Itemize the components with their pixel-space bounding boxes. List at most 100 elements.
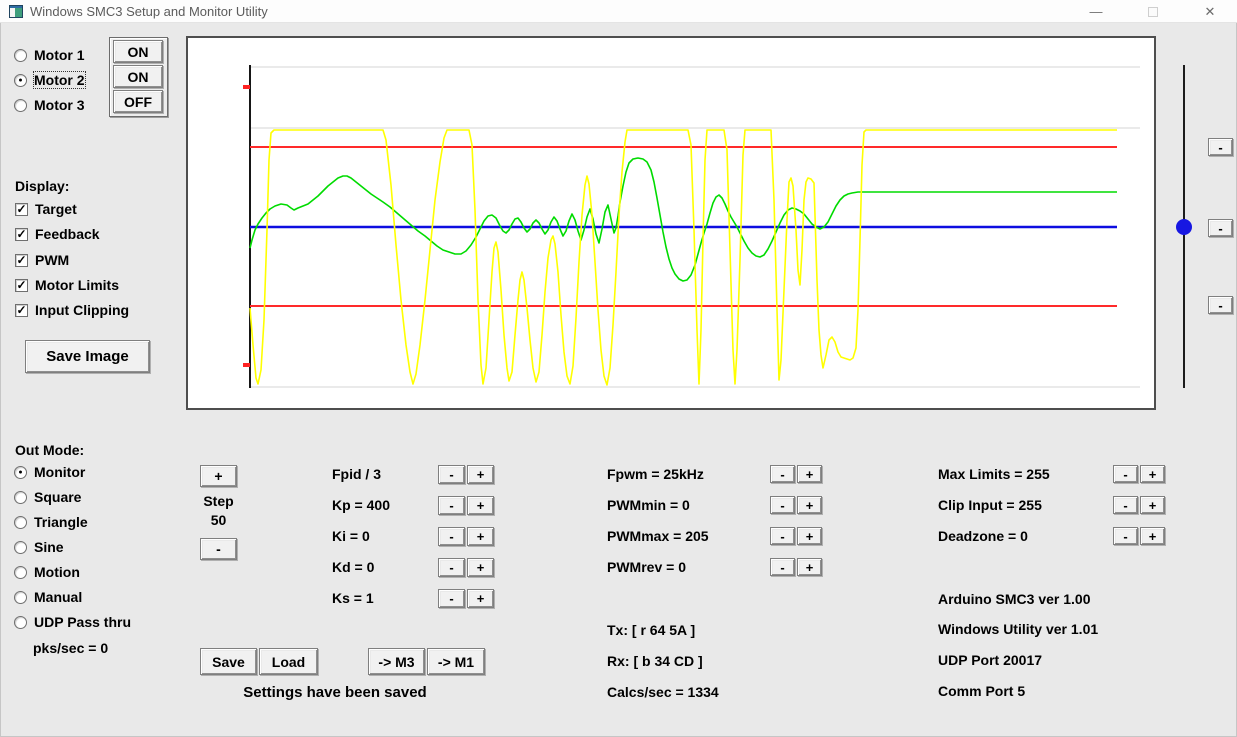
monitor-label: Monitor bbox=[34, 464, 86, 480]
clip-input-minus-button[interactable]: - bbox=[1113, 496, 1138, 514]
ki-minus-button[interactable]: - bbox=[438, 527, 465, 546]
deadzone-minus-button[interactable]: - bbox=[1113, 527, 1138, 545]
checkbox-feedback[interactable]: ✓ bbox=[15, 226, 28, 241]
pwmmin-label: PWMmin = 0 bbox=[607, 497, 690, 513]
radio-sine[interactable] bbox=[14, 540, 27, 554]
motor-3-power-button[interactable]: OFF bbox=[113, 90, 163, 113]
radio-dot: ● bbox=[18, 468, 23, 476]
sine-label: Sine bbox=[34, 539, 64, 555]
settings-status-text: Settings have been saved bbox=[243, 684, 427, 701]
motor-limits-label: Motor Limits bbox=[35, 277, 119, 293]
save-button[interactable]: Save bbox=[200, 648, 257, 675]
pwmmax-plus-button[interactable]: + bbox=[797, 527, 822, 545]
ki-label: Ki = 0 bbox=[332, 528, 370, 544]
display-pwm-row: ✓ PWM bbox=[15, 252, 69, 268]
display-target-row: ✓ Target bbox=[15, 201, 77, 217]
lower-limit-minus-button[interactable]: - bbox=[1208, 296, 1233, 314]
save-image-button[interactable]: Save Image bbox=[25, 340, 150, 373]
radio-motor-2[interactable]: ● bbox=[14, 73, 27, 87]
arduino-version: Arduino SMC3 ver 1.00 bbox=[938, 591, 1091, 607]
check-icon: ✓ bbox=[16, 277, 27, 292]
target-slider-handle[interactable] bbox=[1176, 219, 1192, 235]
ks-plus-button[interactable]: + bbox=[467, 589, 494, 608]
ks-minus-button[interactable]: - bbox=[438, 589, 465, 608]
kp-plus-button[interactable]: + bbox=[467, 496, 494, 515]
square-label: Square bbox=[34, 489, 82, 505]
checkbox-motor-limits[interactable]: ✓ bbox=[15, 277, 28, 292]
motor-3-label: Motor 3 bbox=[34, 97, 85, 113]
clip-input-label: Clip Input = 255 bbox=[938, 497, 1042, 513]
fpwm-plus-button[interactable]: + bbox=[797, 465, 822, 483]
radio-motion[interactable] bbox=[14, 565, 27, 579]
out-mode-motion-row: Motion bbox=[14, 564, 80, 580]
app-icon bbox=[9, 5, 23, 18]
pwmmin-plus-button[interactable]: + bbox=[797, 496, 822, 514]
app-window: { "window": { "title": "Windows SMC3 Set… bbox=[0, 0, 1237, 737]
window-title: Windows SMC3 Setup and Monitor Utility bbox=[30, 4, 268, 19]
maximize-icon bbox=[1148, 6, 1158, 17]
upper-limit-minus-button[interactable]: - bbox=[1208, 138, 1233, 156]
kd-plus-button[interactable]: + bbox=[467, 558, 494, 577]
radio-triangle[interactable] bbox=[14, 515, 27, 529]
fpid-plus-button[interactable]: + bbox=[467, 465, 494, 484]
send-to-m3-button[interactable]: -> M3 bbox=[368, 648, 425, 675]
maximize-button[interactable] bbox=[1138, 0, 1168, 23]
pwmrev-label: PWMrev = 0 bbox=[607, 559, 686, 575]
motor-2-power-button[interactable]: ON bbox=[113, 65, 163, 88]
pwmmin-minus-button[interactable]: - bbox=[770, 496, 795, 514]
motor-1-row: Motor 1 bbox=[14, 47, 85, 63]
motor-3-row: Motor 3 bbox=[14, 97, 85, 113]
kd-label: Kd = 0 bbox=[332, 559, 375, 575]
step-plus-button[interactable]: + bbox=[200, 465, 237, 487]
radio-monitor[interactable]: ● bbox=[14, 465, 27, 479]
feedback-label: Feedback bbox=[35, 226, 100, 242]
check-icon: ✓ bbox=[16, 201, 27, 216]
radio-manual[interactable] bbox=[14, 590, 27, 604]
radio-motor-1[interactable] bbox=[14, 48, 27, 62]
input-clipping-label: Input Clipping bbox=[35, 302, 130, 318]
checkbox-pwm[interactable]: ✓ bbox=[15, 252, 28, 267]
title-bar: Windows SMC3 Setup and Monitor Utility —… bbox=[0, 0, 1237, 23]
radio-motor-3[interactable] bbox=[14, 98, 27, 112]
tx-value: Tx: [ r 64 5A ] bbox=[607, 622, 696, 638]
step-minus-button[interactable]: - bbox=[200, 538, 237, 560]
target-minus-button[interactable]: - bbox=[1208, 219, 1233, 237]
udp-port: UDP Port 20017 bbox=[938, 652, 1043, 668]
udp-pass-thru-label: UDP Pass thru bbox=[34, 614, 131, 630]
checkbox-target[interactable]: ✓ bbox=[15, 201, 28, 216]
minimize-icon: — bbox=[1089, 4, 1103, 19]
check-icon: ✓ bbox=[16, 252, 27, 267]
pwmmax-label: PWMmax = 205 bbox=[607, 528, 709, 544]
ki-plus-button[interactable]: + bbox=[467, 527, 494, 546]
check-icon: ✓ bbox=[16, 226, 27, 241]
fpid-minus-button[interactable]: - bbox=[438, 465, 465, 484]
radio-square[interactable] bbox=[14, 490, 27, 504]
close-button[interactable]: ✕ bbox=[1195, 0, 1225, 23]
calcs-per-sec-value: Calcs/sec = 1334 bbox=[607, 684, 719, 700]
pwmrev-plus-button[interactable]: + bbox=[797, 558, 822, 576]
send-to-m1-button[interactable]: -> M1 bbox=[427, 648, 485, 675]
pwmmax-minus-button[interactable]: - bbox=[770, 527, 795, 545]
max-limits-minus-button[interactable]: - bbox=[1113, 465, 1138, 483]
kd-minus-button[interactable]: - bbox=[438, 558, 465, 577]
utility-version: Windows Utility ver 1.01 bbox=[938, 621, 1099, 637]
minimize-button[interactable]: — bbox=[1081, 0, 1111, 23]
motor-1-power-button[interactable]: ON bbox=[113, 40, 163, 63]
radio-udp-pass-thru[interactable] bbox=[14, 615, 27, 629]
pwmrev-minus-button[interactable]: - bbox=[770, 558, 795, 576]
display-motor-limits-row: ✓ Motor Limits bbox=[15, 277, 119, 293]
kp-minus-button[interactable]: - bbox=[438, 496, 465, 515]
radio-dot: ● bbox=[18, 76, 23, 84]
fpwm-minus-button[interactable]: - bbox=[770, 465, 795, 483]
fpid-label: Fpid / 3 bbox=[332, 466, 381, 482]
deadzone-plus-button[interactable]: + bbox=[1140, 527, 1165, 545]
feedback-trace bbox=[249, 157, 1117, 282]
clip-input-plus-button[interactable]: + bbox=[1140, 496, 1165, 514]
out-mode-triangle-row: Triangle bbox=[14, 514, 88, 530]
load-button[interactable]: Load bbox=[259, 648, 318, 675]
max-limits-plus-button[interactable]: + bbox=[1140, 465, 1165, 483]
motion-label: Motion bbox=[34, 564, 80, 580]
checkbox-input-clipping[interactable]: ✓ bbox=[15, 303, 28, 317]
kp-label: Kp = 400 bbox=[332, 497, 390, 513]
motor-2-row: ● Motor 2 bbox=[14, 71, 86, 89]
